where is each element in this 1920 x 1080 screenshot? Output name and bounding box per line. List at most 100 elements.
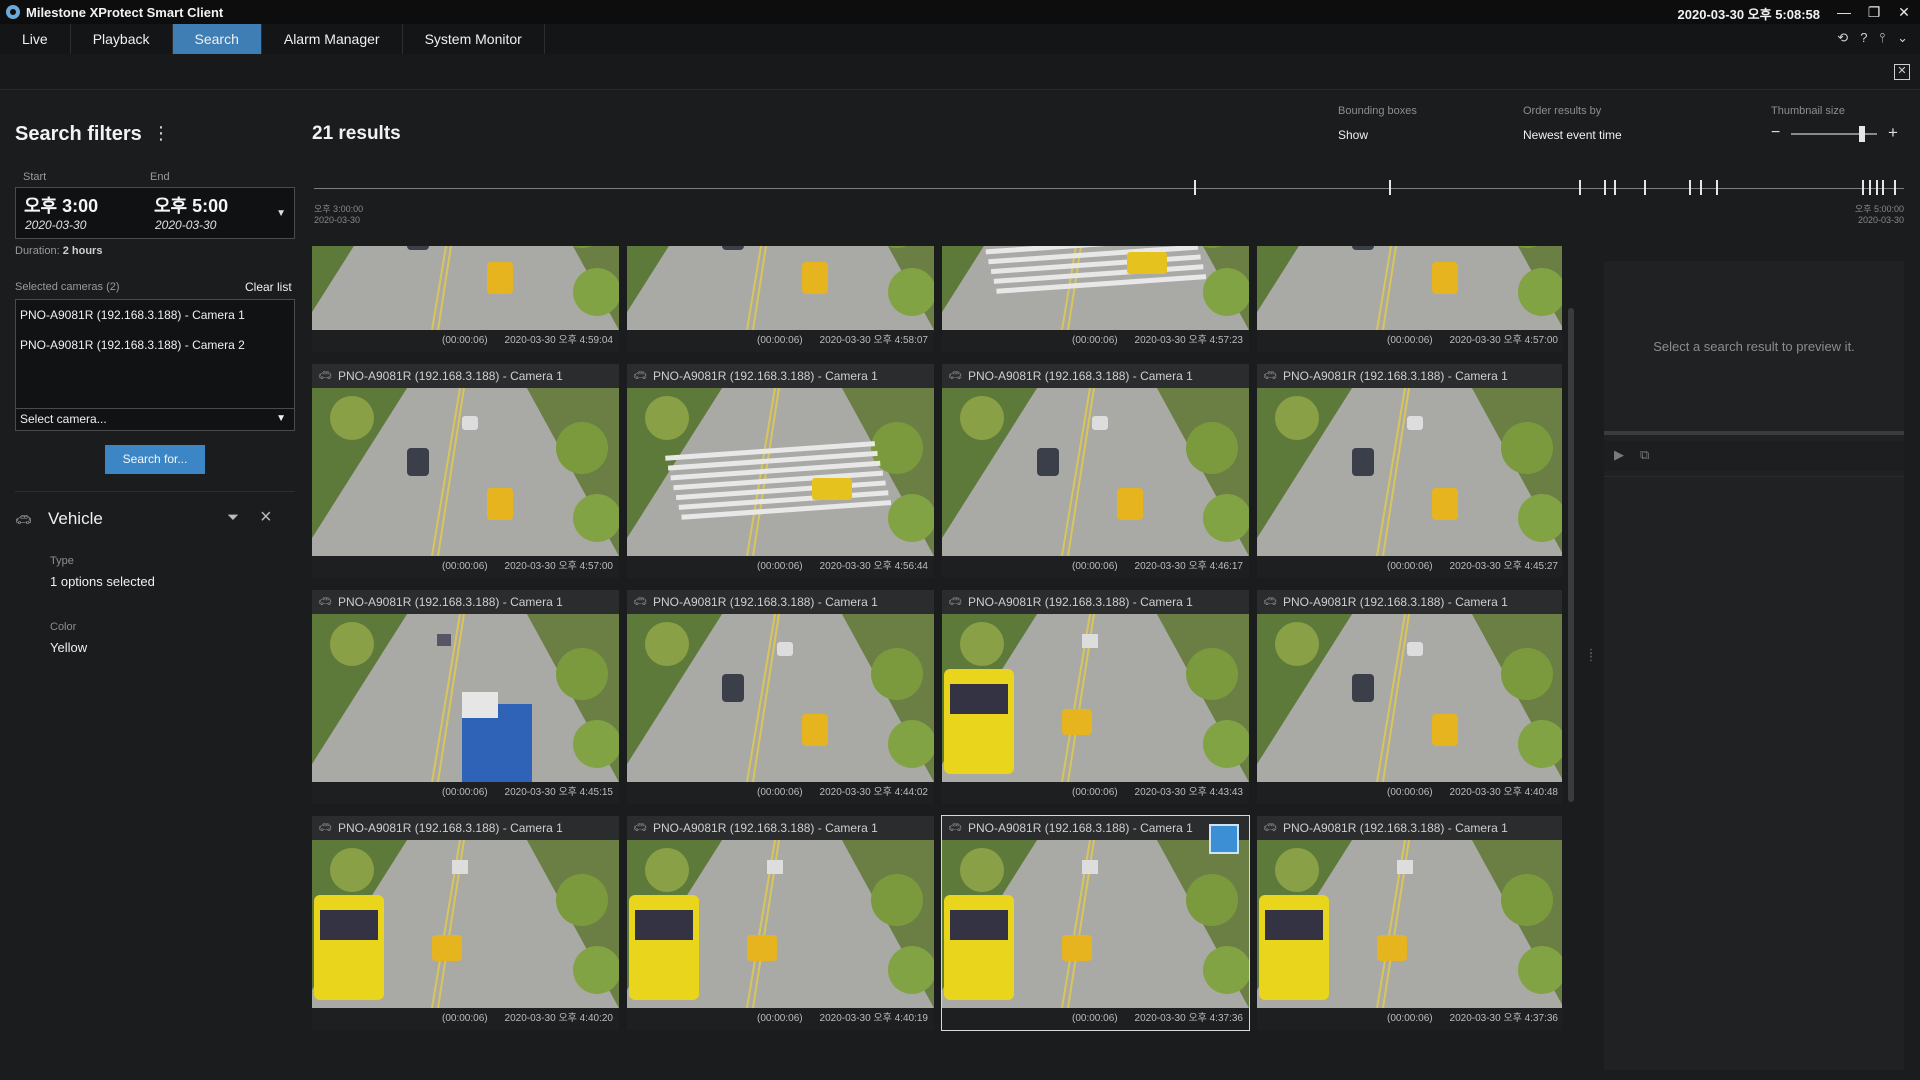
timeline-event-tick[interactable] [1604, 180, 1606, 195]
timeline-event-tick[interactable] [1389, 180, 1391, 195]
timeline-event-tick[interactable] [1869, 180, 1871, 195]
timeline-event-tick[interactable] [1689, 180, 1691, 195]
timeline-event-tick[interactable] [1644, 180, 1646, 195]
type-label: Type [50, 555, 74, 567]
timeline-event-tick[interactable] [1716, 180, 1718, 195]
result-thumbnail[interactable] [1257, 614, 1562, 782]
search-result-card[interactable]: 🚗︎ PNO-A9081R (192.168.3.188) - Camera 1 (… [942, 590, 1249, 804]
help-icon[interactable]: ? [1860, 30, 1867, 46]
link-icon[interactable]: ⟲ [1837, 30, 1848, 46]
timeline-event-tick[interactable] [1614, 180, 1616, 195]
result-card-header: 🚗︎ PNO-A9081R (192.168.3.188) - Camera 1 [1257, 364, 1562, 388]
result-thumbnail[interactable] [627, 388, 934, 556]
search-result-card[interactable]: 🚗︎ PNO-A9081R (192.168.3.188) - Camera 1 (… [627, 816, 934, 1030]
result-thumbnail[interactable] [1257, 388, 1562, 556]
results-timeline[interactable]: 오후 3:00:00 2020-03-30 오후 5:00:00 2020-03… [314, 180, 1904, 230]
result-thumbnail[interactable] [312, 614, 619, 782]
tab-live[interactable]: Live [0, 24, 71, 54]
camera-list-item[interactable]: PNO-A9081R (192.168.3.188) - Camera 1 [16, 300, 294, 330]
result-thumbnail[interactable] [627, 614, 934, 782]
tab-playback[interactable]: Playback [71, 24, 173, 54]
result-timestamp: 2020-03-30 오후 4:57:00 [1449, 335, 1558, 346]
timeline-event-tick[interactable] [1862, 180, 1864, 195]
plus-icon[interactable]: + [1888, 123, 1898, 143]
thumbnail-size-slider[interactable]: − + [1771, 123, 1901, 143]
filter-icon[interactable]: ⏷ [227, 509, 239, 526]
result-thumbnail[interactable] [312, 388, 619, 556]
main-tab-bar: Live Playback Search Alarm Manager Syste… [0, 24, 1920, 54]
result-timestamp: 2020-03-30 오후 4:57:23 [1134, 335, 1243, 346]
search-result-card[interactable]: 🚗︎ PNO-A9081R (192.168.3.188) - Camera 1 (… [1257, 364, 1562, 578]
tab-alarm-manager[interactable]: Alarm Manager [262, 24, 403, 54]
bounding-boxes-dropdown[interactable]: Show [1338, 128, 1368, 142]
preview-panel: Select a search result to preview it. ▶ … [1604, 261, 1904, 1070]
result-thumbnail[interactable] [627, 840, 934, 1008]
order-results-dropdown[interactable]: Newest event time [1523, 128, 1622, 142]
minus-icon[interactable]: − [1771, 124, 1780, 142]
result-thumbnail[interactable] [1257, 246, 1562, 330]
slider-knob[interactable] [1858, 126, 1865, 142]
result-thumbnail[interactable] [942, 614, 1249, 782]
pin-icon[interactable]: ⫯ [1879, 30, 1885, 46]
timeline-event-tick[interactable] [1882, 180, 1884, 195]
tab-search[interactable]: Search [172, 24, 262, 54]
panel-splitter-handle[interactable]: ⋮ ⋮ [1586, 649, 1596, 663]
search-result-card[interactable]: 🚗︎ PNO-A9081R (192.168.3.188) - Camera 1 (… [312, 590, 619, 804]
filters-menu-icon[interactable]: ⋮ [152, 123, 170, 144]
timeline-event-tick[interactable] [1894, 180, 1896, 195]
select-camera-dropdown[interactable]: Select camera... ▼ [15, 409, 295, 431]
clear-list-link[interactable]: Clear list [245, 280, 292, 294]
result-thumbnail[interactable] [312, 840, 619, 1008]
search-result-card[interactable]: 🚗︎ PNO-A9081R (192.168.3.188) - Camera 1 (… [312, 364, 619, 578]
preview-progress-bar[interactable] [1604, 431, 1904, 435]
result-card-footer: (00:00:06) 2020-03-30 오후 4:57:00 [1257, 330, 1562, 352]
search-result-card[interactable]: 🚗︎(00:00:06)2020-03-30 오후 4:58:07 [627, 246, 934, 352]
result-card-footer: (00:00:06) 2020-03-30 오후 4:37:36 [942, 1008, 1249, 1030]
result-duration: (00:00:06) [757, 787, 803, 798]
time-range-picker[interactable]: 오후 3:00 2020-03-30 오후 5:00 2020-03-30 ▼ [15, 187, 295, 239]
chevron-down-icon: ▼ [276, 413, 286, 424]
search-result-card[interactable]: 🚗︎ PNO-A9081R (192.168.3.188) - Camera 1 (… [627, 364, 934, 578]
search-button[interactable]: Search for... [105, 445, 205, 474]
play-icon[interactable]: ▶ [1614, 447, 1624, 463]
search-result-card[interactable]: 🚗︎(00:00:06)2020-03-30 오후 4:59:04 [312, 246, 619, 352]
selection-marker-icon[interactable] [1209, 824, 1239, 854]
search-result-card[interactable]: 🚗︎(00:00:06)2020-03-30 오후 4:57:23 [942, 246, 1249, 352]
close-icon[interactable]: × [260, 506, 272, 529]
timeline-event-tick[interactable] [1700, 180, 1702, 195]
type-value[interactable]: 1 options selected [50, 574, 155, 589]
search-result-card[interactable]: 🚗︎ PNO-A9081R (192.168.3.188) - Camera 1 (… [1257, 816, 1562, 1030]
timeline-event-tick[interactable] [1194, 180, 1196, 195]
search-result-card[interactable]: 🚗︎(00:00:06)2020-03-30 오후 4:57:00 [1257, 246, 1562, 352]
chevron-down-icon[interactable]: ⌄ [1897, 30, 1908, 46]
camera-list-item[interactable]: PNO-A9081R (192.168.3.188) - Camera 2 [16, 330, 294, 360]
restore-button[interactable]: ❐ [1866, 4, 1882, 20]
tab-system-monitor[interactable]: System Monitor [403, 24, 545, 54]
result-thumbnail[interactable] [942, 388, 1249, 556]
search-result-card[interactable]: 🚗︎ PNO-A9081R (192.168.3.188) - Camera 1 (… [312, 816, 619, 1030]
result-card-footer: (00:00:06) 2020-03-30 오후 4:59:04 [312, 330, 619, 352]
results-scrollbar[interactable] [1568, 308, 1574, 802]
start-label: Start [23, 171, 47, 183]
color-value[interactable]: Yellow [50, 640, 87, 655]
timeline-end-date: 2020-03-30 [1857, 215, 1904, 225]
result-thumbnail[interactable] [312, 246, 619, 330]
result-thumbnail[interactable] [1257, 840, 1562, 1008]
timeline-event-tick[interactable] [1579, 180, 1581, 195]
chevron-down-icon: ▼ [276, 208, 286, 219]
search-result-card[interactable]: 🚗︎ PNO-A9081R (192.168.3.188) - Camera 1 (… [942, 364, 1249, 578]
car-icon: 🚗︎ [1263, 596, 1277, 608]
result-card-footer: (00:00:06) 2020-03-30 오후 4:57:00 [312, 556, 619, 578]
milestone-logo-icon [6, 5, 20, 19]
result-thumbnail[interactable] [942, 840, 1249, 1008]
timeline-event-tick[interactable] [1876, 180, 1878, 195]
search-result-card[interactable]: 🚗︎ PNO-A9081R (192.168.3.188) - Camera 1 (… [1257, 590, 1562, 804]
search-result-card[interactable]: 🚗︎ PNO-A9081R (192.168.3.188) - Camera 1 (… [941, 815, 1250, 1031]
result-thumbnail[interactable] [942, 246, 1249, 330]
minimize-button[interactable]: — [1836, 4, 1852, 20]
snapshot-icon[interactable]: ⧉ [1640, 447, 1649, 463]
result-thumbnail[interactable] [627, 246, 934, 330]
fullscreen-icon[interactable]: ✕ [1894, 64, 1910, 80]
search-result-card[interactable]: 🚗︎ PNO-A9081R (192.168.3.188) - Camera 1 (… [627, 590, 934, 804]
close-button[interactable]: ✕ [1896, 4, 1912, 20]
